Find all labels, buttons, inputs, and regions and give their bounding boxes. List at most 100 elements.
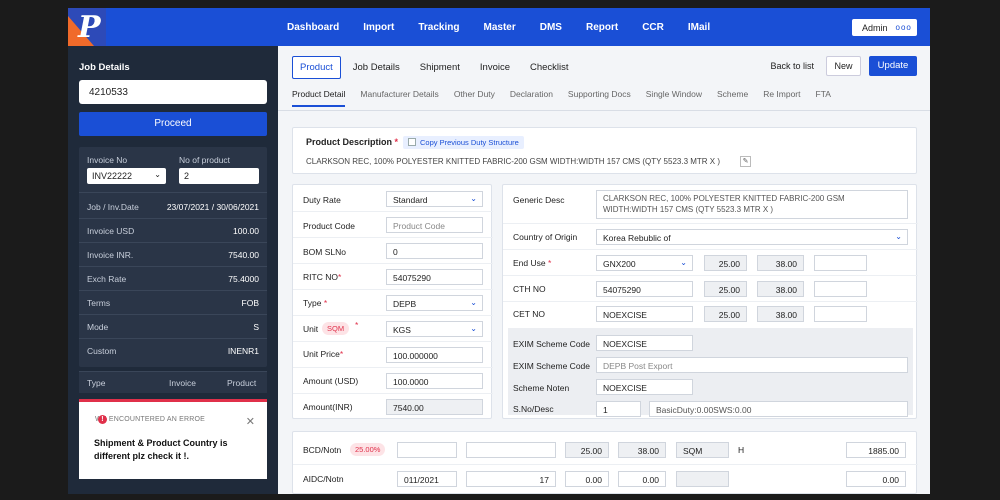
row-divider bbox=[293, 237, 493, 238]
row-divider bbox=[293, 367, 493, 368]
divider bbox=[79, 242, 267, 243]
nav-tracking[interactable]: Tracking bbox=[418, 22, 459, 33]
exim-scheme-code-2-input[interactable]: DEPB Post Export bbox=[596, 357, 908, 373]
proceed-button[interactable]: Proceed bbox=[79, 112, 267, 136]
bom-slno-label: BOM SLNo bbox=[303, 247, 346, 257]
aidc-total[interactable]: 0.00 bbox=[846, 471, 906, 487]
tab-job-details[interactable]: Job Details bbox=[345, 56, 408, 79]
subtab-other-duty[interactable]: Other Duty bbox=[454, 89, 495, 107]
end-use-extra[interactable] bbox=[814, 255, 867, 271]
bcd-field-2[interactable] bbox=[466, 442, 556, 458]
divider bbox=[79, 192, 267, 193]
tab-shipment[interactable]: Shipment bbox=[412, 56, 468, 79]
cet-rate-1[interactable]: 25.00 bbox=[704, 306, 747, 322]
edit-icon[interactable]: ✎ bbox=[740, 156, 751, 167]
tab-product[interactable]: Product bbox=[292, 56, 341, 79]
chevron-down-icon: ⌄ bbox=[470, 194, 477, 203]
sno-desc-input[interactable]: BasicDuty:0.00SWS:0.00 bbox=[649, 401, 908, 417]
bcd-notn-input[interactable] bbox=[397, 442, 457, 458]
cth-no-input[interactable]: 54075290 bbox=[596, 281, 693, 297]
subtab-re-import[interactable]: Re Import bbox=[763, 89, 800, 107]
bcd-total[interactable]: 1885.00 bbox=[846, 442, 906, 458]
update-button[interactable]: Update bbox=[869, 56, 917, 76]
end-use-value: GNX200 bbox=[603, 259, 636, 269]
end-use-select[interactable]: GNX200 ⌄ bbox=[596, 255, 693, 271]
amount-usd-input[interactable]: 100.0000 bbox=[386, 373, 483, 389]
generic-desc-input[interactable]: CLARKSON REC, 100% POLYESTER KNITTED FAB… bbox=[596, 190, 908, 219]
ritc-no-input[interactable]: 54075290 bbox=[386, 269, 483, 285]
nav-dms[interactable]: DMS bbox=[540, 22, 562, 33]
tab-checklist[interactable]: Checklist bbox=[522, 56, 577, 79]
cet-no-input[interactable]: NOEXCISE bbox=[596, 306, 693, 322]
subtab-supporting-docs[interactable]: Supporting Docs bbox=[568, 89, 631, 107]
row-divider bbox=[503, 249, 918, 250]
nav-imail[interactable]: IMail bbox=[688, 22, 710, 33]
cth-extra[interactable] bbox=[814, 281, 867, 297]
subtab-fta[interactable]: FTA bbox=[816, 89, 831, 107]
country-of-origin-select[interactable]: Korea Rebublic of ⌄ bbox=[596, 229, 908, 245]
subtab-manufacturer-details[interactable]: Manufacturer Details bbox=[360, 89, 438, 107]
invoice-no-select[interactable]: INV22222 ⌄ bbox=[87, 168, 166, 184]
unit-price-input[interactable]: 100.000000 bbox=[386, 347, 483, 363]
nav-dashboard[interactable]: Dashboard bbox=[287, 22, 339, 33]
chevron-down-icon: ⌄ bbox=[470, 298, 477, 307]
sno-input[interactable]: 1 bbox=[596, 401, 641, 417]
aidc-unit[interactable] bbox=[676, 471, 729, 487]
product-right-form: Generic Desc CLARKSON REC, 100% POLYESTE… bbox=[502, 184, 918, 419]
type-select[interactable]: DEPB ⌄ bbox=[386, 295, 483, 311]
row-divider bbox=[293, 263, 493, 264]
nav-report[interactable]: Report bbox=[586, 22, 618, 33]
app-window: P Dashboard Import Tracking Master DMS R… bbox=[68, 8, 930, 494]
aidc-notn-input[interactable]: 011/2021 bbox=[397, 471, 457, 487]
subtab-declaration[interactable]: Declaration bbox=[510, 89, 553, 107]
amount-inr-input[interactable]: 7540.00 bbox=[386, 399, 483, 415]
job-number-input[interactable]: 4210533 bbox=[79, 80, 267, 104]
end-use-rate-1[interactable]: 25.00 bbox=[704, 255, 747, 271]
app-logo[interactable]: P bbox=[68, 8, 106, 46]
ritc-no-label: RITC NO* bbox=[303, 272, 342, 282]
bcd-rate-2[interactable]: 38.00 bbox=[618, 442, 666, 458]
aidc-rate-1[interactable]: 0.00 bbox=[565, 471, 609, 487]
subtab-single-window[interactable]: Single Window bbox=[646, 89, 702, 107]
admin-label: Admin bbox=[862, 22, 888, 33]
subtab-product-detail[interactable]: Product Detail bbox=[292, 89, 346, 107]
error-toast-title: ! WE ENCOUNTERED AN ERROE bbox=[95, 415, 205, 424]
aidc-rate-2[interactable]: 0.00 bbox=[618, 471, 666, 487]
cth-rate-2[interactable]: 38.00 bbox=[757, 281, 804, 297]
sidebar: Job Details 4210533 Proceed Invoice No N… bbox=[68, 46, 278, 494]
admin-menu-button[interactable]: Admin ooo bbox=[852, 19, 917, 36]
row-divider bbox=[293, 393, 493, 394]
close-icon[interactable]: ✕ bbox=[246, 415, 255, 428]
unit-select[interactable]: KGS ⌄ bbox=[386, 321, 483, 337]
aidc-field-2[interactable]: 17 bbox=[466, 471, 556, 487]
end-use-rate-2[interactable]: 38.00 bbox=[757, 255, 804, 271]
product-code-input[interactable]: Product Code bbox=[386, 217, 483, 233]
divider bbox=[79, 314, 267, 315]
cth-rate-1[interactable]: 25.00 bbox=[704, 281, 747, 297]
row-divider bbox=[293, 341, 493, 342]
bom-slno-input[interactable]: 0 bbox=[386, 243, 483, 259]
subtab-scheme[interactable]: Scheme bbox=[717, 89, 748, 107]
custom-value: INENR1 bbox=[227, 346, 259, 356]
exch-rate-value: 75.4000 bbox=[228, 274, 259, 284]
cet-no-label: CET NO bbox=[513, 309, 545, 319]
nav-import[interactable]: Import bbox=[363, 22, 394, 33]
invoice-col-header: Invoice bbox=[169, 378, 196, 388]
exim-scheme-code-input[interactable]: NOEXCISE bbox=[596, 335, 693, 351]
tab-invoice[interactable]: Invoice bbox=[472, 56, 518, 79]
ritc-no-label-text: RITC NO bbox=[303, 272, 338, 282]
nav-ccr[interactable]: CCR bbox=[642, 22, 664, 33]
bcd-rate-1[interactable]: 25.00 bbox=[565, 442, 609, 458]
row-divider bbox=[293, 289, 493, 290]
copy-previous-duty-checkbox[interactable]: Copy Previous Duty Structure bbox=[403, 136, 524, 149]
duty-rate-select[interactable]: Standard ⌄ bbox=[386, 191, 483, 207]
cet-rate-2[interactable]: 38.00 bbox=[757, 306, 804, 322]
new-button[interactable]: New bbox=[826, 56, 861, 76]
bcd-unit[interactable]: SQM bbox=[676, 442, 729, 458]
no-of-product-input[interactable]: 2 bbox=[179, 168, 259, 184]
cet-extra[interactable] bbox=[814, 306, 867, 322]
type-value: DEPB bbox=[393, 299, 417, 309]
scheme-noten-input[interactable]: NOEXCISE bbox=[596, 379, 693, 395]
nav-master[interactable]: Master bbox=[483, 22, 515, 33]
back-to-list-link[interactable]: Back to list bbox=[770, 61, 814, 71]
